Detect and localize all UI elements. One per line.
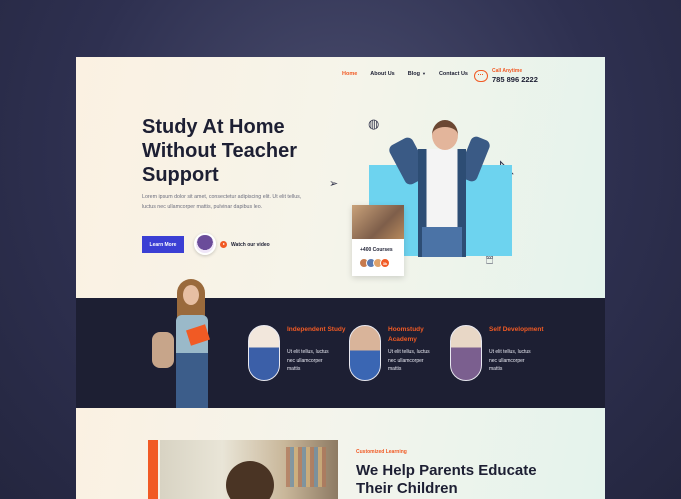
avatar-count-badge: 3k [380,258,390,268]
call-label: Call Anytime [492,68,523,74]
nav-item-home[interactable]: Home [342,71,357,77]
student-head [432,120,458,150]
section-title: We Help Parents Educate Their Children [356,462,537,497]
call-anytime[interactable]: Call Anytime 785 896 2222 [474,68,538,84]
feature-description: Ut elit tellus, luctus nec ullamcorper m… [489,349,531,373]
learn-more-button[interactable]: Learn More [142,236,184,253]
hero-title: Study At Home Without Teacher Support [142,116,298,186]
student-girl-face [183,285,199,305]
student-avatars: 3k [359,258,404,268]
feature-title: Self Development [489,326,544,333]
feature-title: Independent Study [287,326,346,333]
feature-image [248,325,280,381]
bookshelf-image [286,447,326,487]
accent-bar [148,440,158,499]
nav-item-about[interactable]: About Us [370,71,394,77]
section-label: Customized Learning [356,449,407,455]
paper-plane-icon: ➢ [329,178,339,190]
chevron-down-icon: ▼ [421,71,426,76]
courses-count-label: +400 Courses [360,247,393,253]
feature-image [450,325,482,381]
page-content: Home About Us Blog ▼ Contact Us Call Anyt… [76,57,605,499]
feature-description: Ut elit tellus, luctus nec ullamcorper m… [287,349,329,373]
feature-description: Ut elit tellus, luctus nec ullamcorper m… [388,349,430,373]
video-thumbnail-avatar[interactable] [194,233,216,255]
student-backpack [152,332,174,368]
student-girl-jeans [176,353,208,408]
main-nav: Home About Us Blog ▼ Contact Us [342,71,468,77]
nav-item-blog[interactable]: Blog ▼ [408,71,426,77]
phone-number: 785 896 2222 [492,75,538,84]
nav-item-blog-label: Blog [407,71,420,77]
chat-bubble-icon [474,70,488,82]
student-jeans [422,227,462,257]
watch-video-link[interactable]: Watch our video [231,242,270,248]
hero-description: Lorem ipsum dolor sit amet, consectetur … [142,194,302,210]
courses-card[interactable]: +400 Courses 3k [352,205,404,276]
feature-title: Hoomstudy Academy [388,326,424,343]
courses-card-image [352,205,404,239]
feature-image [349,325,381,381]
play-icon[interactable] [220,241,227,248]
globe-icon: ◍ [368,116,380,131]
nav-item-contact[interactable]: Contact Us [439,71,468,77]
